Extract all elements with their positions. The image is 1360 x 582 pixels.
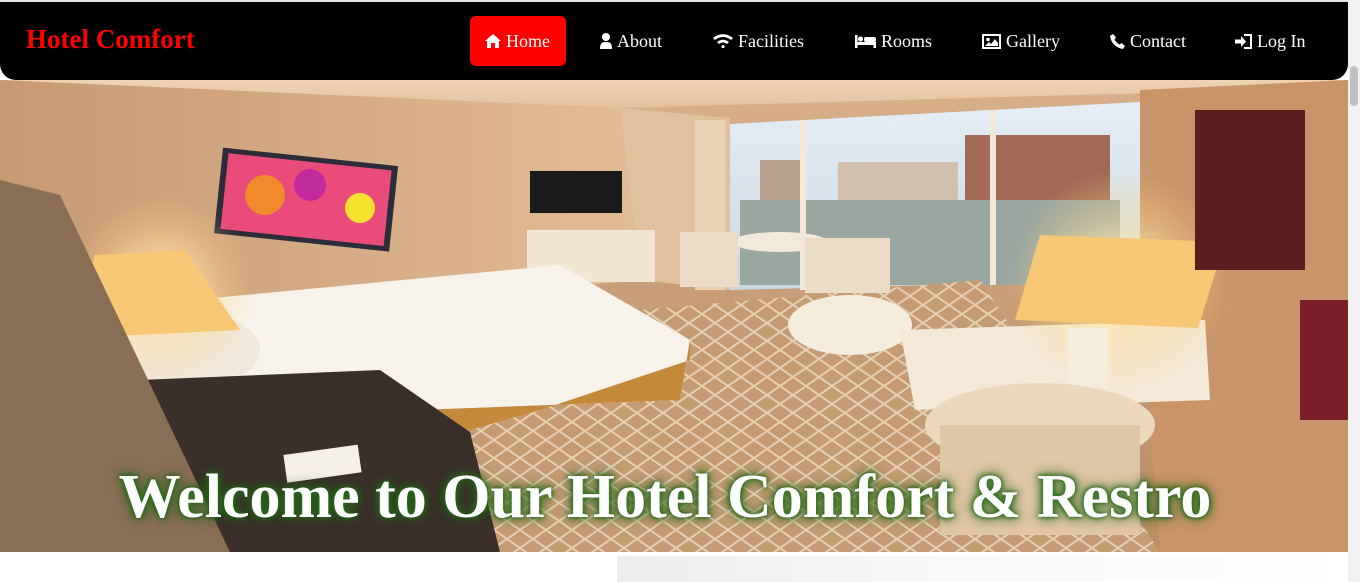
nav-rooms-label: Rooms (881, 30, 933, 51)
nav-facilities[interactable]: Facilities (698, 16, 819, 66)
nav-facilities-label: Facilities (738, 30, 804, 51)
nav-login-label: Log In (1257, 30, 1306, 51)
content-image-preview (617, 556, 1348, 582)
bed-icon (855, 34, 876, 48)
brand-logo-text[interactable]: Hotel Comfort (26, 24, 195, 55)
nav-contact[interactable]: Contact (1095, 16, 1201, 66)
image-icon (982, 33, 1001, 49)
nav-gallery-label: Gallery (1006, 30, 1060, 51)
nav-about[interactable]: About (585, 16, 677, 66)
user-icon (600, 33, 612, 49)
hero-headline: Welcome to Our Hotel Comfort & Restro (118, 463, 1212, 531)
scrollbar-thumb[interactable] (1350, 66, 1358, 106)
nav-login[interactable]: Log In (1220, 16, 1321, 66)
nav-home[interactable]: Home (470, 16, 566, 66)
nav-gallery[interactable]: Gallery (967, 16, 1075, 66)
nav-rooms[interactable]: Rooms (840, 16, 947, 66)
sign-in-icon (1235, 33, 1252, 49)
nav-about-label: About (617, 30, 662, 51)
nav-home-label: Home (506, 30, 550, 51)
home-icon (485, 34, 501, 48)
hero-banner: Welcome to Our Hotel Comfort & Restro (0, 80, 1348, 552)
nav-contact-label: Contact (1130, 30, 1186, 51)
page-scrollbar[interactable] (1348, 0, 1360, 582)
phone-icon (1110, 33, 1125, 49)
wifi-icon (713, 34, 733, 48)
navbar: Hotel Comfort Home About Facilities Room… (0, 2, 1348, 80)
